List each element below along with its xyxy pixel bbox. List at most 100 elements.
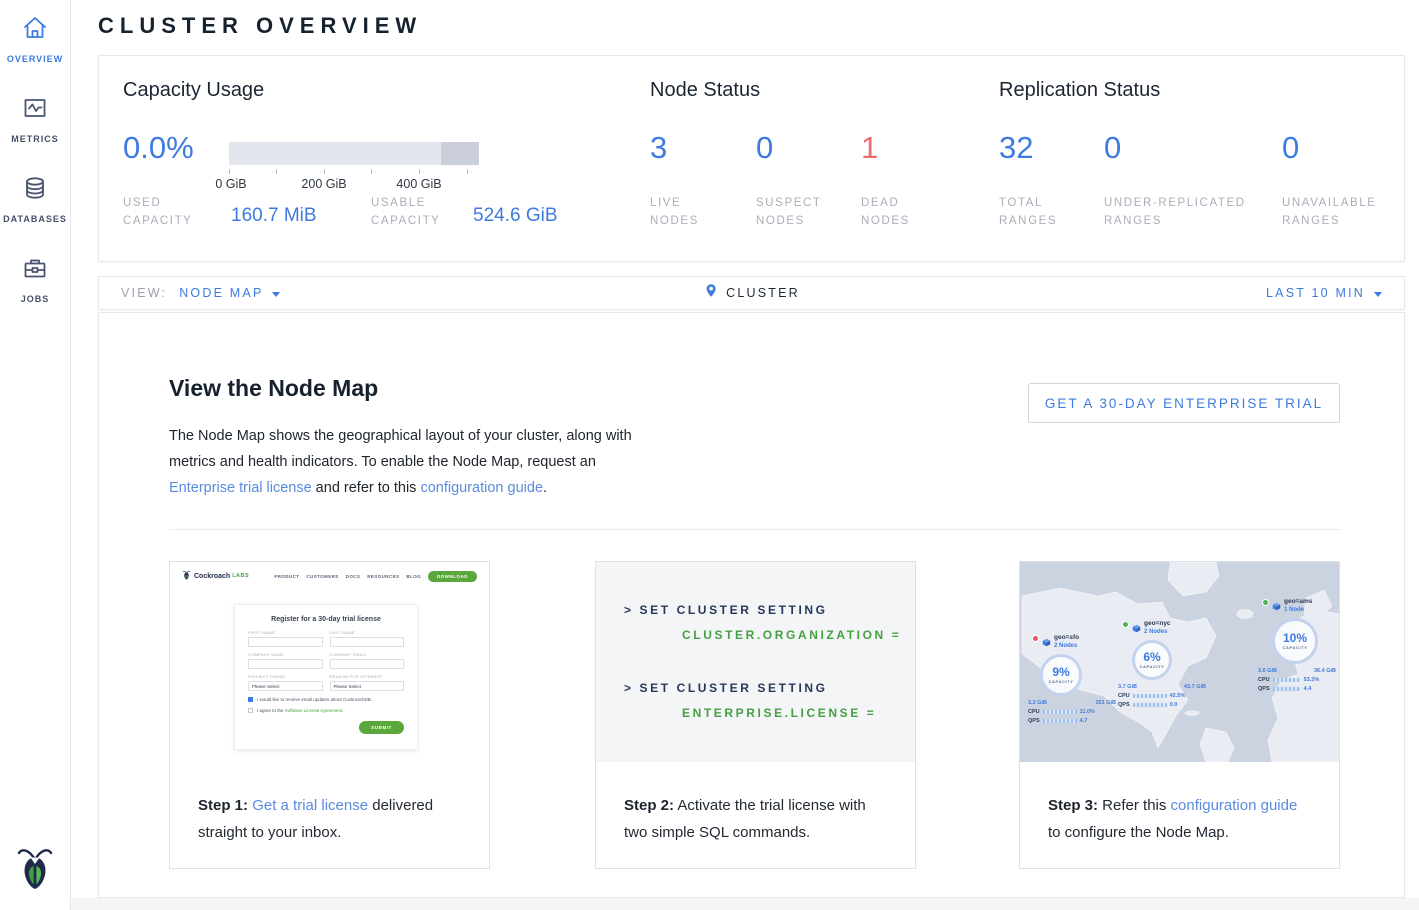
cpu-sparkline bbox=[1043, 710, 1077, 714]
time-range-dropdown[interactable]: LAST 10 MIN bbox=[1266, 286, 1382, 300]
node-status-title: Node Status bbox=[650, 79, 760, 102]
get-trial-license-link[interactable]: Get a trial license bbox=[252, 797, 368, 814]
sql-command: > SET CLUSTER SETTING bbox=[624, 603, 828, 617]
step1-caption: Step 1: Get a trial license delivered st… bbox=[170, 762, 489, 846]
mini-brand: Cockroach LABS bbox=[182, 570, 249, 582]
capacity-usage-bar bbox=[229, 142, 479, 165]
qps-label: QPS bbox=[1118, 702, 1130, 708]
view-selector-value: NODE MAP bbox=[179, 286, 263, 300]
mini-brand-name: Cockroach bbox=[194, 573, 230, 580]
checkbox-label: I agree to the Software License Agreemen… bbox=[257, 708, 344, 713]
field-input bbox=[330, 637, 405, 647]
field-select: Please Select bbox=[248, 681, 323, 691]
node-map-preview-thumbnail: geo=sfo 2 Nodes 9% CAPACITY 3.2 GiB 351 … bbox=[1020, 562, 1339, 762]
sidebar-item-label: JOBS bbox=[21, 294, 50, 304]
under-replicated-ranges-value: 0 bbox=[1104, 131, 1121, 165]
replication-status-title: Replication Status bbox=[999, 79, 1160, 102]
map-region-sfo: geo=sfo 2 Nodes 9% CAPACITY 3.2 GiB 351 … bbox=[1028, 634, 1124, 726]
field-label: REASON FOR INTEREST bbox=[330, 674, 405, 679]
cpu-label: CPU bbox=[1258, 677, 1270, 683]
live-nodes-value: 3 bbox=[650, 131, 667, 165]
used-capacity-label: USED CAPACITY bbox=[123, 195, 192, 231]
capacity-gauge: 6% CAPACITY bbox=[1132, 640, 1172, 680]
used-capacity-value: 160.7 MiB bbox=[231, 205, 317, 227]
mini-nav-item: BLOG bbox=[406, 574, 421, 579]
sql-setting: CLUSTER.ORGANIZATION = bbox=[682, 628, 901, 642]
checkbox-checked-icon bbox=[248, 697, 253, 702]
field-label: LAST NAME bbox=[330, 630, 405, 635]
qps-sparkline bbox=[1273, 687, 1301, 691]
node-cube-icon bbox=[1042, 634, 1051, 652]
usable-capacity-label: USABLE CAPACITY bbox=[371, 195, 440, 231]
checkbox-icon bbox=[248, 708, 253, 713]
enterprise-trial-license-link[interactable]: Enterprise trial license bbox=[169, 480, 312, 496]
sidebar-item-overview[interactable]: OVERVIEW bbox=[0, 14, 70, 67]
metrics-icon bbox=[21, 94, 49, 122]
home-icon bbox=[21, 14, 49, 42]
step3-caption: Step 3: Refer this configuration guide t… bbox=[1020, 762, 1339, 846]
node-map-heading: View the Node Map bbox=[169, 375, 378, 402]
sidebar-item-jobs[interactable]: JOBS bbox=[0, 254, 70, 307]
cpu-value: 11.0% bbox=[1080, 709, 1095, 715]
region-node-count: 2 Nodes bbox=[1144, 628, 1171, 636]
mini-form-field: FIRST NAME bbox=[248, 630, 323, 647]
region-name: geo=nyc bbox=[1144, 620, 1171, 628]
mini-checkbox-row: I agree to the Software License Agreemen… bbox=[248, 708, 404, 713]
description-text: and refer to this bbox=[312, 480, 421, 496]
suspect-nodes-label: SUSPECT NODES bbox=[756, 195, 822, 231]
jobs-icon bbox=[21, 254, 49, 282]
mini-form-field: LAST NAME bbox=[330, 630, 405, 647]
sidebar-item-label: METRICS bbox=[11, 134, 59, 144]
node-warning-badge-icon bbox=[1032, 635, 1039, 642]
page-title: CLUSTER OVERVIEW bbox=[98, 13, 422, 39]
field-select: Please Select bbox=[330, 681, 405, 691]
capacity-percent: 10% bbox=[1283, 632, 1307, 644]
sidebar: OVERVIEW METRICS DATABASES bbox=[0, 0, 71, 910]
cockroach-bug-icon bbox=[15, 845, 55, 891]
mini-form-field: PROJECT PHASE Please Select bbox=[248, 674, 323, 691]
cockroach-bug-icon bbox=[182, 570, 191, 582]
configuration-guide-link[interactable]: configuration guide bbox=[420, 480, 543, 496]
scope-breadcrumb: CLUSTER bbox=[703, 277, 800, 309]
sidebar-item-databases[interactable]: DATABASES bbox=[0, 174, 70, 227]
map-region-nyc: geo=nyc 2 Nodes 6% CAPACITY 3.7 GiB 43.7… bbox=[1118, 620, 1214, 712]
qps-sparkline bbox=[1133, 703, 1167, 707]
field-input bbox=[330, 659, 405, 669]
field-label: PROJECT PHASE bbox=[248, 674, 323, 679]
capacity-used: 3.6 GiB bbox=[1258, 668, 1277, 674]
axis-tick bbox=[324, 169, 325, 174]
mini-nav-item: PRODUCT bbox=[274, 574, 299, 579]
mini-register-form: Register for a 30-day trial license FIRS… bbox=[234, 604, 418, 750]
field-input bbox=[248, 659, 323, 669]
axis-tick bbox=[276, 169, 277, 174]
view-selector-dropdown[interactable]: NODE MAP bbox=[179, 286, 280, 300]
field-input bbox=[248, 637, 323, 647]
mini-site-nav: Cockroach LABS PRODUCT CUSTOMERS DOCS RE… bbox=[170, 562, 489, 590]
get-enterprise-trial-button[interactable]: GET A 30-DAY ENTERPRISE TRIAL bbox=[1028, 383, 1340, 423]
mini-nav-item: DOCS bbox=[346, 574, 361, 579]
description-text: . bbox=[543, 480, 547, 496]
description-text: The Node Map shows the geographical layo… bbox=[169, 428, 632, 470]
axis-tick bbox=[229, 169, 230, 174]
sql-setting: ENTERPRISE.LICENSE = bbox=[682, 706, 876, 720]
capacity-label: CAPACITY bbox=[1283, 645, 1308, 650]
qps-value: 4.4 bbox=[1304, 686, 1312, 692]
configuration-guide-link[interactable]: configuration guide bbox=[1171, 797, 1298, 814]
trial-license-signup-thumbnail: Cockroach LABS PRODUCT CUSTOMERS DOCS RE… bbox=[170, 562, 489, 762]
chevron-down-icon bbox=[272, 292, 280, 297]
qps-value: 4.7 bbox=[1080, 718, 1088, 724]
mini-nav-item: CUSTOMERS bbox=[306, 574, 338, 579]
capacity-percent: 9% bbox=[1052, 666, 1069, 678]
capacity-used-percent: 0.0% bbox=[123, 131, 194, 165]
location-pin-icon bbox=[703, 283, 718, 301]
step2-caption: Step 2: Activate the trial license with … bbox=[596, 762, 915, 846]
scope-label: CLUSTER bbox=[726, 286, 800, 300]
under-replicated-ranges-label: UNDER-REPLICATED RANGES bbox=[1104, 195, 1246, 231]
page-background-strip bbox=[71, 898, 1419, 910]
unavailable-ranges-label: UNAVAILABLE RANGES bbox=[1282, 195, 1377, 231]
mini-form-field: COMPANY EMAIL bbox=[330, 652, 405, 669]
node-map-panel: View the Node Map The Node Map shows the… bbox=[98, 312, 1405, 898]
sql-commands-thumbnail: > SET CLUSTER SETTING CLUSTER.ORGANIZATI… bbox=[596, 562, 915, 762]
node-cube-icon bbox=[1132, 620, 1141, 638]
sidebar-item-metrics[interactable]: METRICS bbox=[0, 94, 70, 147]
